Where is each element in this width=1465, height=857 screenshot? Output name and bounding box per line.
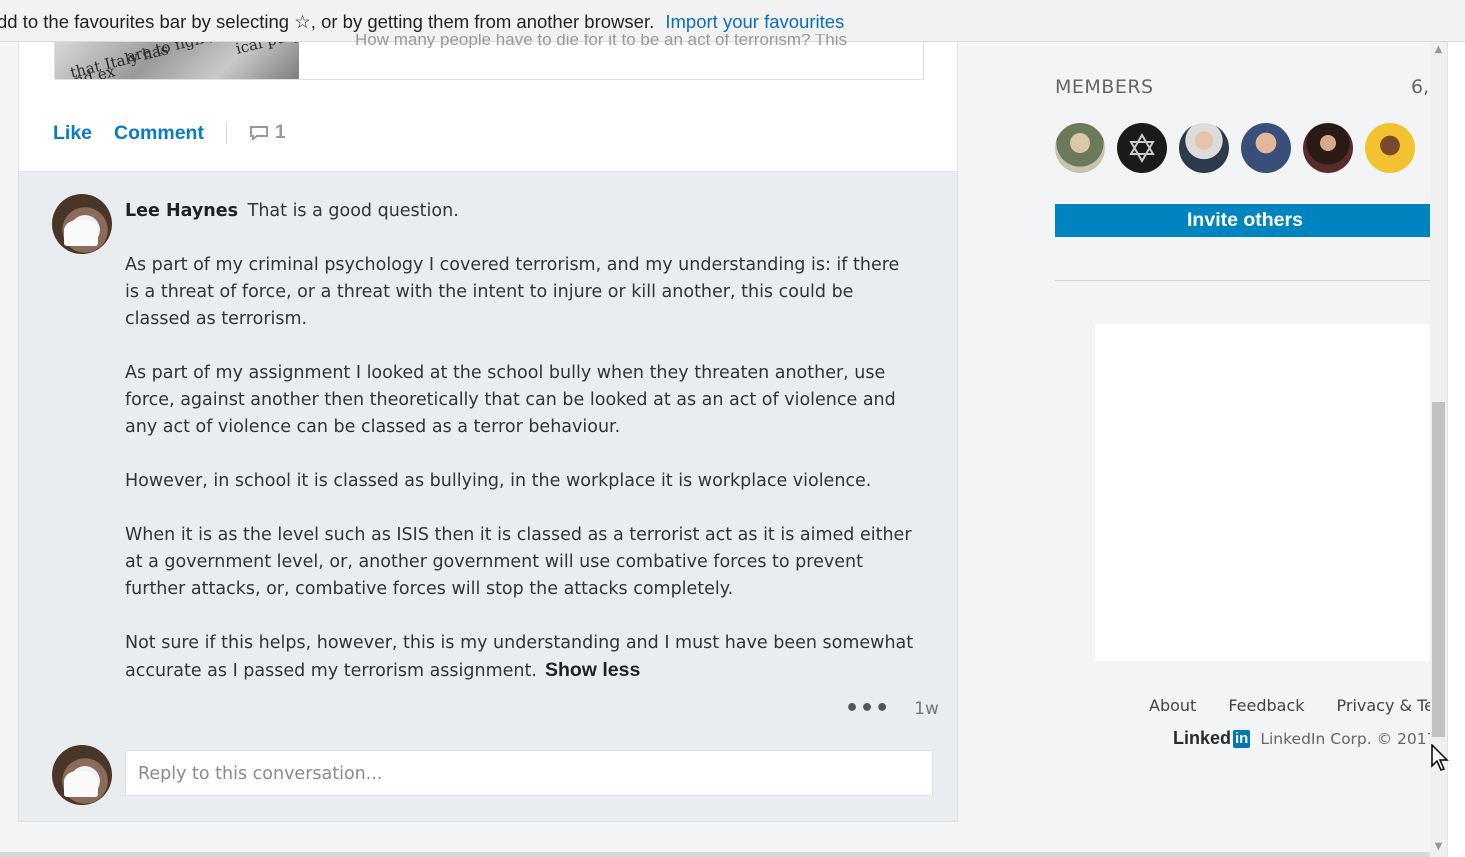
divider xyxy=(1055,280,1430,281)
shared-post-preview[interactable]: that Italy has are to fight/con and ex i… xyxy=(54,34,924,80)
footer-link-about[interactable]: About xyxy=(1149,696,1196,715)
linkedin-logo: Linked in xyxy=(1173,728,1251,749)
invite-others-button[interactable]: Invite others xyxy=(1055,204,1430,237)
discussion-card: that Italy has are to fight/con and ex i… xyxy=(18,34,958,822)
member-avatar[interactable] xyxy=(1241,123,1291,173)
reply-input[interactable]: Reply to this conversation... xyxy=(125,750,933,796)
footer-links: About Feedback Privacy & Terr xyxy=(1149,696,1430,715)
post-actions: Like Comment 1 xyxy=(53,118,286,148)
member-avatar[interactable] xyxy=(1117,123,1167,173)
comment-count[interactable]: 1 xyxy=(249,122,286,144)
post-thumbnail: that Italy has are to fight/con and ex i… xyxy=(55,42,299,79)
comment-body: Lee Haynes That is a good question. As p… xyxy=(125,198,915,685)
comment-paragraph: As part of my criminal psychology I cove… xyxy=(125,255,900,329)
horizontal-scrollbar[interactable] xyxy=(0,852,1430,857)
comment-paragraph: However, in school it is classed as bull… xyxy=(125,471,872,491)
post-snippet: How many people have to die for it to be… xyxy=(355,34,847,48)
comment-paragraph: Not sure if this helps, however, this is… xyxy=(125,630,915,685)
avatar[interactable] xyxy=(52,745,112,805)
member-avatar[interactable] xyxy=(1303,123,1353,173)
comment-timestamp: 1w xyxy=(914,698,939,719)
like-button[interactable]: Like xyxy=(53,122,92,145)
import-favourites-link[interactable]: Import your favourites xyxy=(665,11,844,32)
comment-paragraph: When it is as the level such as ISIS the… xyxy=(125,525,912,599)
logo-text: Linked xyxy=(1173,728,1232,748)
thumbnail-word: ical purp xyxy=(234,42,299,58)
adjacent-panel-edge xyxy=(1447,42,1465,857)
scroll-up-icon[interactable]: ▲ xyxy=(1433,44,1444,55)
comment-paragraph-text: Not sure if this helps, however, this is… xyxy=(125,633,914,681)
thumbnail-word: are to fight/con xyxy=(124,42,243,66)
right-sidebar: MEMBERS 6,1 Invite others About Feedback… xyxy=(1055,42,1430,857)
member-avatar[interactable] xyxy=(1365,123,1415,173)
members-title: MEMBERS xyxy=(1055,76,1154,98)
member-avatar[interactable] xyxy=(1055,123,1105,173)
members-count[interactable]: 6,1 xyxy=(1411,76,1430,98)
comment-thread: Lee Haynes That is a good question. As p… xyxy=(19,171,957,821)
divider xyxy=(225,122,227,144)
comment-paragraph: As part of my assignment I looked at the… xyxy=(125,363,896,437)
copyright: LinkedIn Corp. © 2017 xyxy=(1260,729,1430,748)
scroll-down-icon[interactable]: ▼ xyxy=(1433,841,1444,852)
vertical-scrollbar[interactable]: ▲ ▼ xyxy=(1430,42,1447,857)
comment-first-line: That is a good question. xyxy=(247,201,459,221)
scroll-thumb[interactable] xyxy=(1432,402,1445,737)
comment-meta: ••• 1w xyxy=(845,696,939,721)
mouse-pointer-icon xyxy=(1431,744,1449,771)
footer-brand: Linked in LinkedIn Corp. © 2017 xyxy=(1173,728,1430,749)
favourites-bar-text: dd to the favourites bar by selecting ☆,… xyxy=(0,11,655,32)
comment-bubble-icon xyxy=(249,126,268,141)
comment-author[interactable]: Lee Haynes xyxy=(125,201,238,221)
logo-in: in xyxy=(1233,729,1251,748)
footer-link-privacy[interactable]: Privacy & Terr xyxy=(1337,696,1430,715)
ad-slot xyxy=(1095,324,1430,661)
comment-count-value: 1 xyxy=(274,122,286,143)
member-avatars xyxy=(1055,123,1427,173)
avatar[interactable] xyxy=(52,194,112,254)
star-of-david-icon xyxy=(1129,133,1155,163)
comment-button[interactable]: Comment xyxy=(114,122,204,145)
member-avatar[interactable] xyxy=(1179,123,1229,173)
show-less-link[interactable]: Show less xyxy=(545,659,640,681)
footer-link-feedback[interactable]: Feedback xyxy=(1228,696,1304,715)
more-dots-icon[interactable]: ••• xyxy=(845,696,890,721)
